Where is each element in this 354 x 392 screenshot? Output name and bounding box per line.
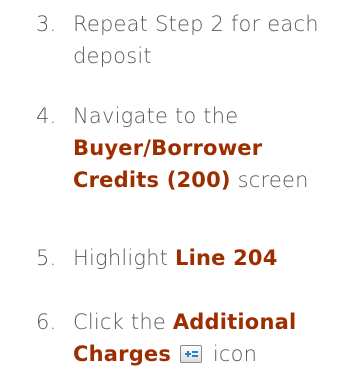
step-text-prefix: Click the	[73, 310, 173, 334]
step-text: Repeat Step 2 for each deposit	[73, 12, 319, 68]
step-text: Click the Additional Charges icon	[73, 306, 352, 370]
step-text-suffix: screen	[230, 168, 309, 192]
step-3: 3. Repeat Step 2 for each deposit	[36, 8, 352, 72]
step-number: 6.	[36, 310, 57, 334]
step-number: 4.	[36, 104, 57, 128]
step-text-suffix: icon	[205, 342, 258, 366]
step-text: Highlight Line 204	[73, 242, 352, 274]
step-text-prefix: Navigate to the	[73, 104, 239, 128]
step-text: Navigate to the Buyer/Borrower Credits (…	[73, 100, 352, 196]
line-name-highlight: Line 204	[175, 246, 278, 270]
step-number: 3.	[36, 12, 57, 36]
step-4: 4. Navigate to the Buyer/Borrower Credit…	[36, 100, 352, 196]
instruction-step-list: 3. Repeat Step 2 for each deposit 4. Nav…	[0, 0, 354, 392]
step-6: 6. Click the Additional Charges icon	[36, 306, 352, 370]
step-text-prefix: Highlight	[73, 246, 176, 270]
step-number: 5.	[36, 246, 57, 270]
step-5: 5. Highlight Line 204	[36, 242, 352, 274]
additional-charges-icon	[179, 345, 202, 363]
